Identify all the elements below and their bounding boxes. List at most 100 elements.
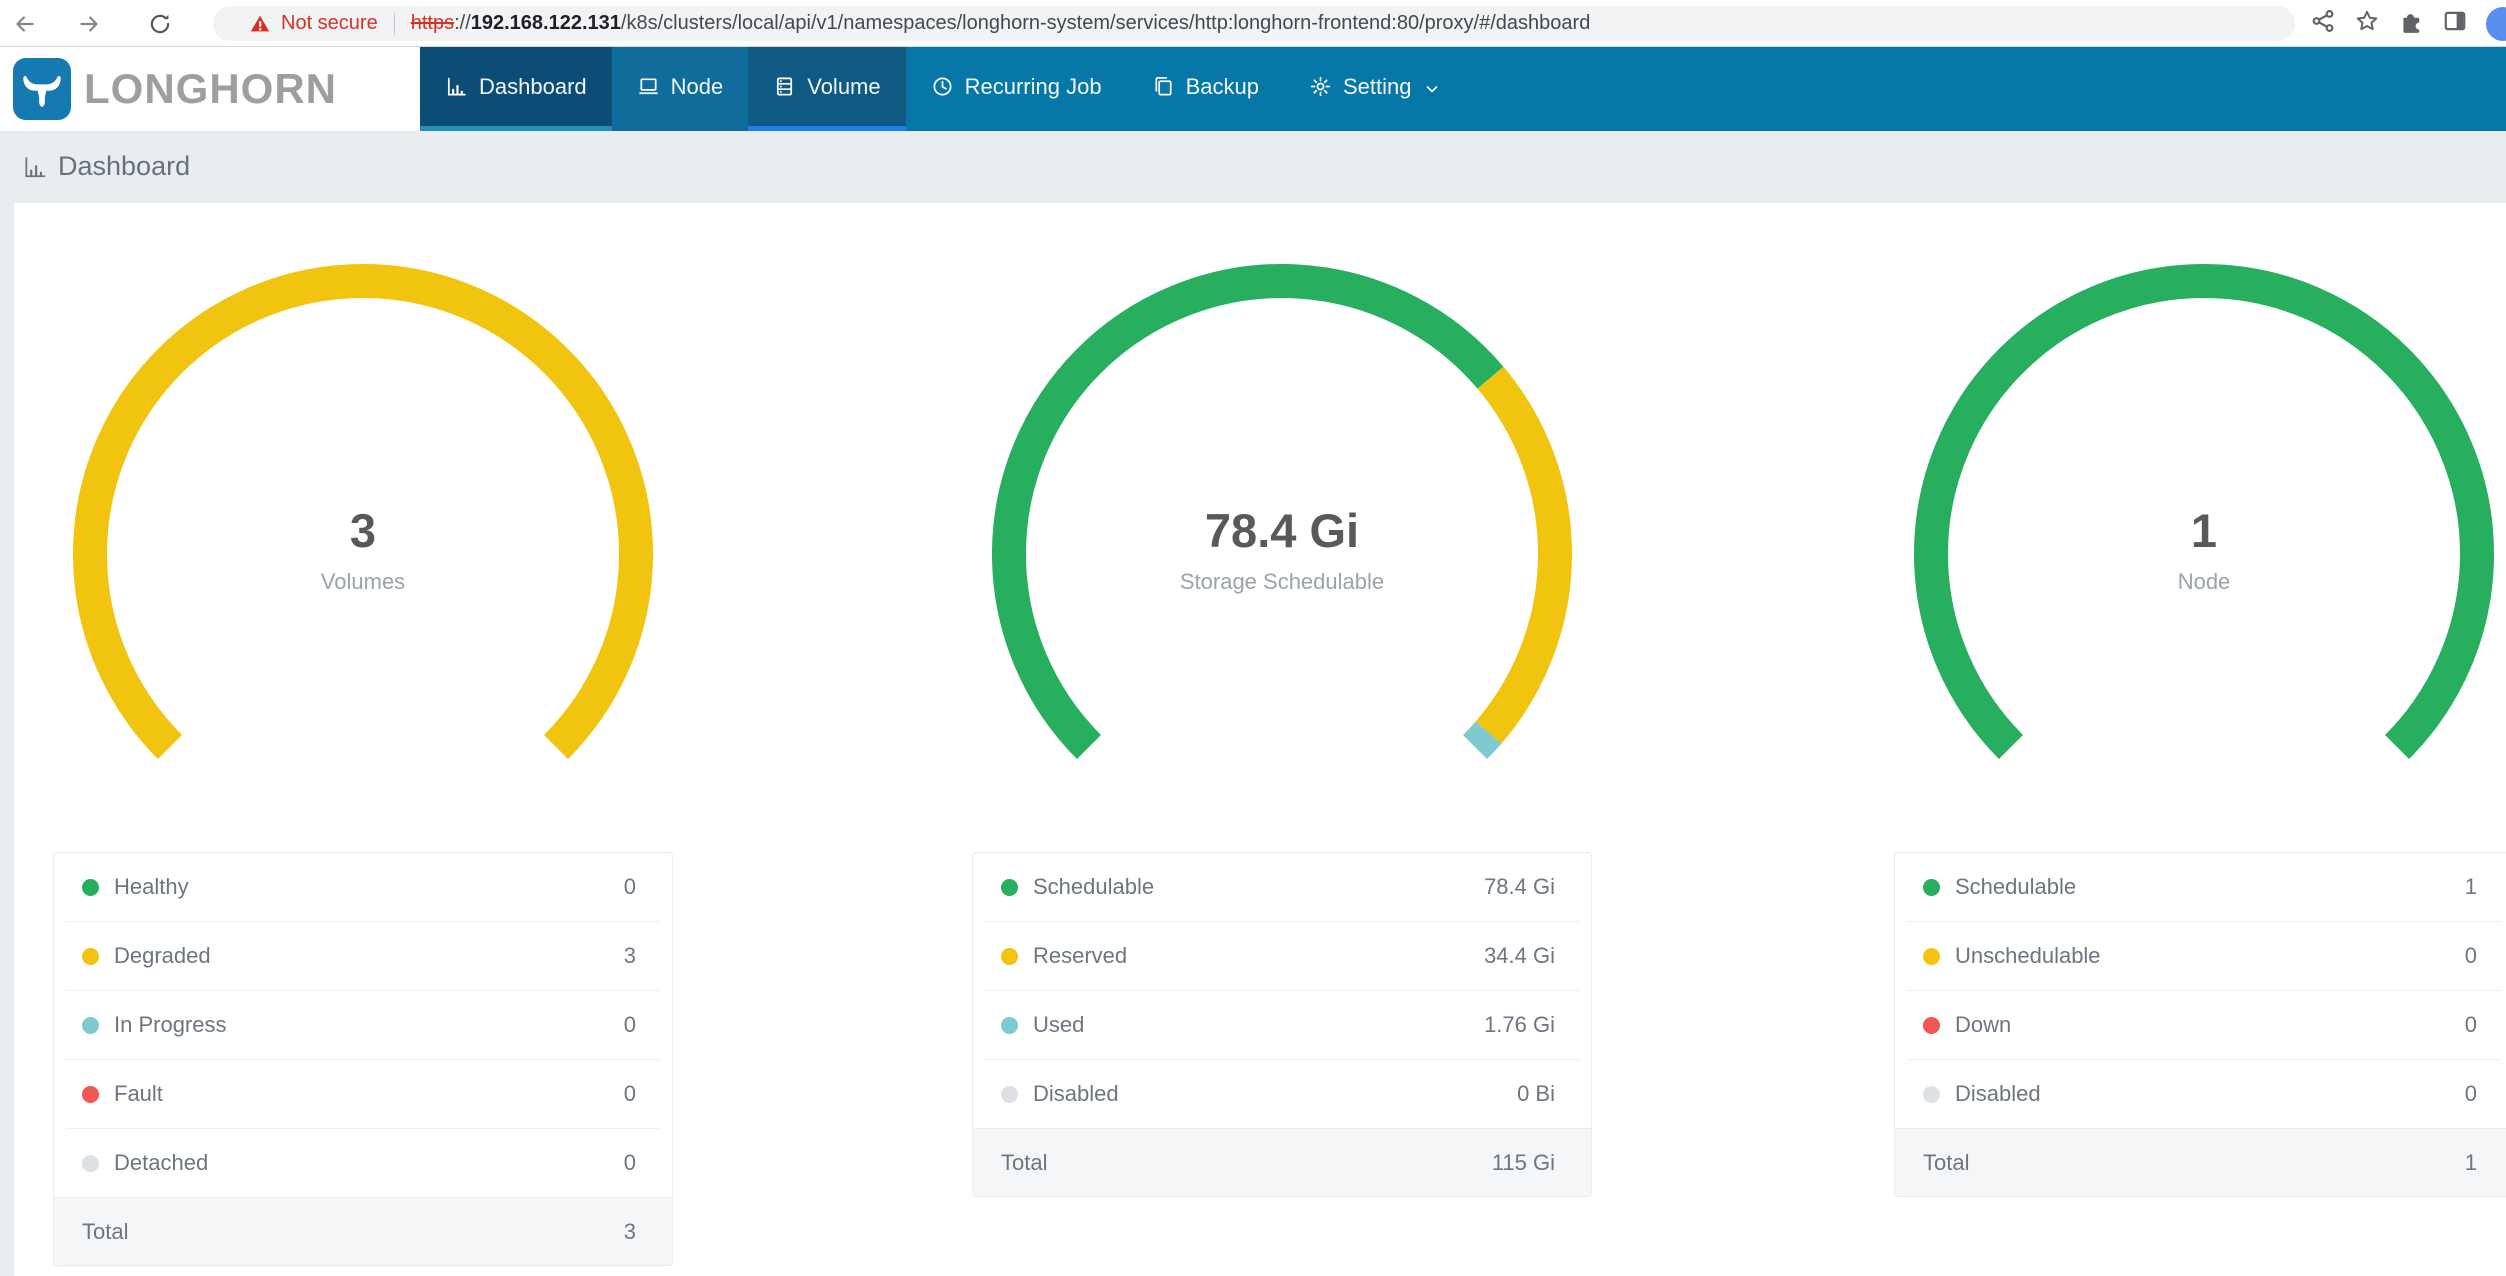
legend-label: Healthy	[114, 874, 624, 900]
longhorn-bull-icon	[13, 58, 71, 120]
legend-row-down: Down0	[1895, 991, 2506, 1059]
legend-total-row: Total115 Gi	[973, 1128, 1591, 1196]
legend-row-used: Used1.76 Gi	[973, 991, 1591, 1059]
side-panel-icon	[2442, 8, 2468, 34]
forward-button[interactable]	[73, 8, 105, 40]
legend-label: Disabled	[1955, 1081, 2465, 1107]
legend-value: 0	[624, 874, 636, 900]
brand-name: LONGHORN	[84, 65, 337, 113]
tab-label: Recurring Job	[965, 74, 1102, 100]
legend-label: Reserved	[1033, 943, 1484, 969]
tab-backup[interactable]: Backup	[1127, 47, 1284, 131]
legend-total-row: Total1	[1895, 1128, 2506, 1196]
legend-row-schedulable: Schedulable1	[1895, 853, 2506, 921]
gauge-value: 3	[53, 503, 673, 559]
gauge-arc-used	[1475, 733, 1488, 747]
avatar[interactable]	[2486, 7, 2506, 41]
reload-button[interactable]	[144, 8, 176, 40]
legend-row-degraded: Degraded3	[54, 922, 672, 990]
gauge-caption: Node	[1894, 565, 2506, 599]
legend-value: 1.76 Gi	[1484, 1012, 1555, 1038]
volumes-panel: 3 Volumes Healthy0Degraded3In Progress0F…	[53, 203, 673, 1276]
node-panel: 1 Node Schedulable1Unschedulable0Down0Di…	[1894, 203, 2506, 1276]
legend-value: 1	[2465, 874, 2477, 900]
status-dot	[1923, 1086, 1940, 1103]
legend-row-disabled: Disabled0	[1895, 1060, 2506, 1128]
back-button[interactable]	[9, 8, 41, 40]
tab-setting[interactable]: Setting	[1284, 47, 1466, 131]
legend-row-in-progress: In Progress0	[54, 991, 672, 1059]
side-panel-button[interactable]	[2442, 8, 2468, 39]
storage-legend-card: Schedulable78.4 Gi Reserved34.4 Gi Used1.7…	[972, 852, 1592, 1197]
total-value: 115 Gi	[1492, 1150, 1555, 1176]
legend-value: 0	[2465, 1012, 2477, 1038]
main-nav: Dashboard Node Volume Recurring Job Back…	[420, 47, 1465, 131]
legend-total-row: Total3	[54, 1197, 672, 1265]
legend-value: 34.4 Gi	[1484, 943, 1555, 969]
warning-icon	[249, 13, 271, 35]
share-icon	[2310, 8, 2336, 34]
tab-node[interactable]: Node	[612, 47, 749, 131]
status-dot	[82, 1155, 99, 1172]
browser-toolbar: Not secure https://192.168.122.131/k8s/c…	[0, 0, 2506, 47]
status-dot	[82, 1017, 99, 1034]
total-value: 1	[2465, 1150, 2477, 1176]
legend-label: Down	[1955, 1012, 2465, 1038]
bar-chart-icon	[445, 75, 468, 98]
legend-label: Unschedulable	[1955, 943, 2465, 969]
status-dot	[1923, 948, 1940, 965]
tab-label: Dashboard	[479, 74, 587, 100]
chevron-down-icon	[1424, 81, 1440, 97]
dashboard-content: 3 Volumes Healthy0Degraded3In Progress0F…	[14, 203, 2506, 1276]
legend-row-fault: Fault0	[54, 1060, 672, 1128]
tab-recurring-job[interactable]: Recurring Job	[906, 47, 1127, 131]
status-dot	[82, 879, 99, 896]
url-scheme: https	[411, 12, 454, 35]
legend-row-disabled: Disabled0 Bi	[973, 1060, 1591, 1128]
status-dot	[1923, 879, 1940, 896]
tab-dashboard[interactable]: Dashboard	[420, 47, 612, 131]
back-icon	[12, 11, 38, 37]
bookmark-button[interactable]	[2354, 8, 2380, 39]
legend-value: 0	[624, 1150, 636, 1176]
gauge-value: 1	[1894, 503, 2506, 559]
gear-icon	[1309, 75, 1332, 98]
reload-icon	[147, 11, 173, 37]
legend-row-healthy: Healthy0	[54, 853, 672, 921]
share-button[interactable]	[2310, 8, 2336, 39]
status-dot	[1001, 879, 1018, 896]
status-dot	[1923, 1017, 1940, 1034]
total-value: 3	[624, 1219, 636, 1245]
page-title: Dashboard	[58, 151, 190, 182]
bar-chart-icon	[22, 154, 48, 180]
status-dot	[82, 1086, 99, 1103]
legend-label: In Progress	[114, 1012, 624, 1038]
tab-volume[interactable]: Volume	[748, 47, 905, 131]
tab-label: Backup	[1186, 74, 1259, 100]
tab-label: Node	[671, 74, 724, 100]
extensions-button[interactable]	[2398, 8, 2424, 39]
total-label: Total	[82, 1219, 624, 1245]
tab-label: Volume	[807, 74, 880, 100]
gauge-caption: Storage Schedulable	[972, 565, 1592, 599]
volumes-legend-card: Healthy0Degraded3In Progress0Fault0Detac…	[53, 852, 673, 1266]
url-host: 192.168.122.131	[471, 12, 621, 35]
app-header: LONGHORN Dashboard Node Volume Recurring…	[0, 47, 2506, 131]
gauge-value: 78.4 Gi	[972, 503, 1592, 559]
status-dot	[1001, 1017, 1018, 1034]
laptop-icon	[637, 75, 660, 98]
tab-label: Setting	[1343, 74, 1412, 100]
legend-row-schedulable: Schedulable78.4 Gi	[973, 853, 1591, 921]
clock-icon	[931, 75, 954, 98]
storage-panel: 78.4 Gi Storage Schedulable Schedulable7…	[972, 203, 1592, 1276]
extensions-icon	[2398, 8, 2424, 34]
legend-label: Disabled	[1033, 1081, 1517, 1107]
star-icon	[2354, 8, 2380, 34]
legend-row-detached: Detached0	[54, 1129, 672, 1197]
url-path: /k8s/clusters/local/api/v1/namespaces/lo…	[621, 12, 1590, 35]
address-bar[interactable]: Not secure https://192.168.122.131/k8s/c…	[213, 6, 2295, 41]
breadcrumb: Dashboard	[22, 151, 190, 182]
longhorn-logo[interactable]: LONGHORN	[0, 47, 420, 131]
omnibox-divider	[394, 13, 395, 35]
legend-label: Schedulable	[1955, 874, 2465, 900]
